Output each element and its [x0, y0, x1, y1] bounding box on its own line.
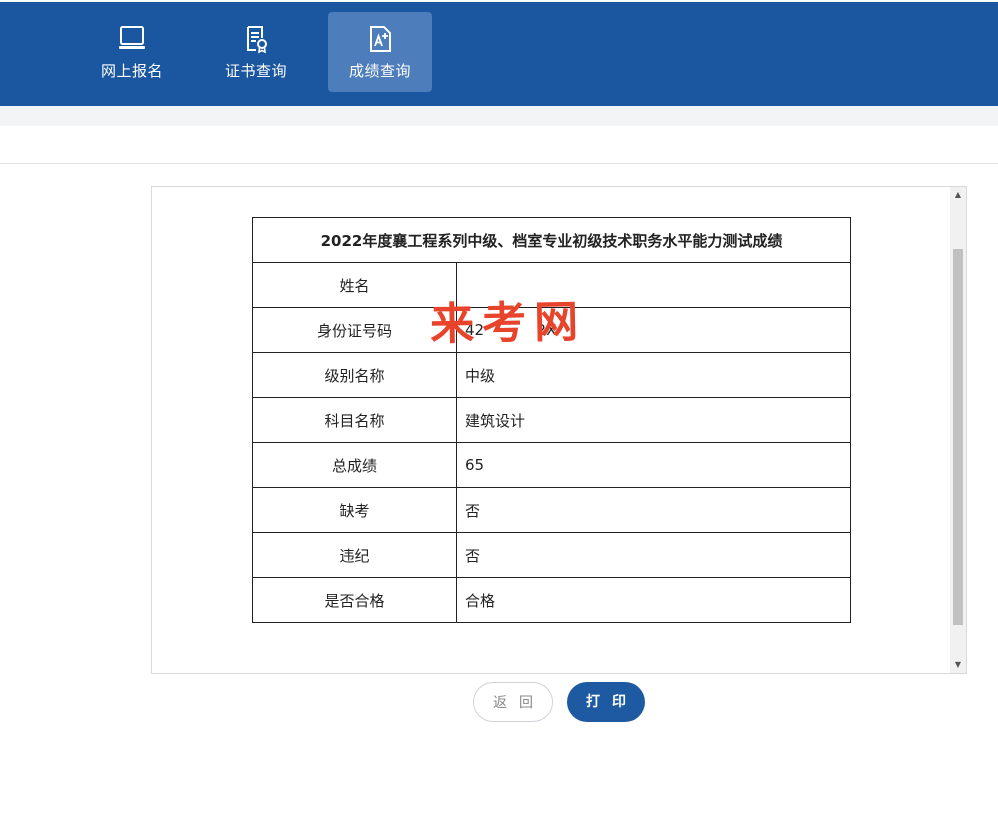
result-frame: 2022年度襄工程系列中级、档室专业初级技术职务水平能力测试成绩 姓名 身份证号…	[151, 186, 967, 674]
score-result-table: 2022年度襄工程系列中级、档室专业初级技术职务水平能力测试成绩 姓名 身份证号…	[252, 217, 851, 623]
site-watermark: 来考网	[429, 296, 587, 351]
row-label: 姓名	[252, 262, 457, 308]
scroll-up-icon[interactable]: ▲	[950, 187, 966, 203]
score-icon	[370, 26, 391, 52]
row-value: 合格	[456, 577, 851, 623]
table-row: 违纪 否	[252, 532, 851, 578]
back-button[interactable]: 返回	[473, 682, 553, 722]
row-value: 中级	[456, 352, 851, 398]
table-row: 缺考 否	[252, 487, 851, 533]
row-label: 总成绩	[252, 442, 457, 488]
nav-item-score-query[interactable]: 成绩查询	[328, 12, 432, 92]
certificate-icon	[247, 26, 267, 54]
row-value: 否	[456, 487, 851, 533]
row-value: 否	[456, 532, 851, 578]
table-row: 科目名称 建筑设计	[252, 397, 851, 443]
row-label: 是否合格	[252, 577, 457, 623]
row-value: 65	[456, 442, 851, 488]
scroll-down-icon[interactable]: ▼	[950, 657, 966, 673]
row-label: 身份证号码	[252, 307, 457, 353]
table-row: 是否合格 合格	[252, 577, 851, 623]
row-value: 建筑设计	[456, 397, 851, 443]
sub-toolbar	[0, 106, 998, 126]
nav-item-label: 成绩查询	[348, 62, 411, 80]
table-row: 级别名称 中级	[252, 352, 851, 398]
print-button[interactable]: 打印	[567, 682, 645, 722]
nav-item-certificate-query[interactable]: 证书查询	[204, 12, 308, 92]
nav-item-online-registration[interactable]: 网上报名	[80, 12, 184, 92]
scroll-thumb[interactable]	[953, 249, 963, 625]
nav-item-label: 网上报名	[100, 62, 163, 80]
row-label: 科目名称	[252, 397, 457, 443]
row-label: 级别名称	[252, 352, 457, 398]
top-navigation-bar: 网上报名 证书查询 成绩查询	[0, 0, 998, 106]
table-row: 总成绩 65	[252, 442, 851, 488]
row-label: 缺考	[252, 487, 457, 533]
row-label: 违纪	[252, 532, 457, 578]
vertical-scrollbar[interactable]: ▲ ▼	[950, 187, 966, 673]
table-title-row: 2022年度襄工程系列中级、档室专业初级技术职务水平能力测试成绩	[252, 217, 851, 263]
laptop-icon	[119, 26, 145, 49]
nav-item-label: 证书查询	[224, 62, 287, 80]
result-title: 2022年度襄工程系列中级、档室专业初级技术职务水平能力测试成绩	[252, 217, 851, 263]
section-divider	[0, 163, 998, 164]
